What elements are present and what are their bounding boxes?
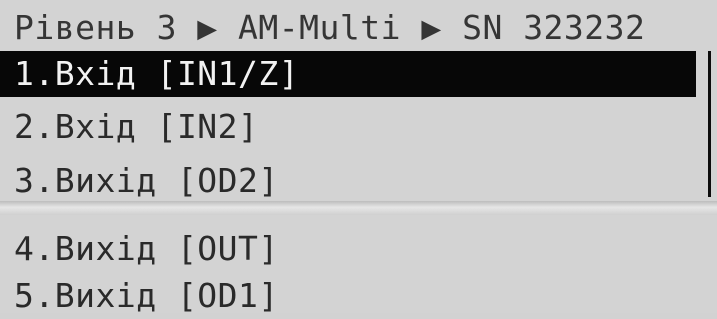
device-screen: Рівень 3 ▶ AM-Multi ▶ SN 323232 1.Вхід [… (0, 0, 717, 315)
menu-item-output-out[interactable]: 4.Вихід [OUT] (0, 226, 700, 272)
menu-item-input-2[interactable]: 2.Вхід [IN2] (0, 104, 700, 150)
menu-item-output-od1[interactable]: 5.Вихід [OD1] (0, 273, 700, 319)
breadcrumb: Рівень 3 ▶ AM-Multi ▶ SN 323232 (14, 8, 646, 47)
scrollbar-indicator (708, 51, 711, 197)
panel-divider (0, 201, 717, 215)
menu-item-input-1[interactable]: 1.Вхід [IN1/Z] (0, 51, 696, 97)
menu-item-output-od2[interactable]: 3.Вихід [OD2] (0, 158, 700, 204)
